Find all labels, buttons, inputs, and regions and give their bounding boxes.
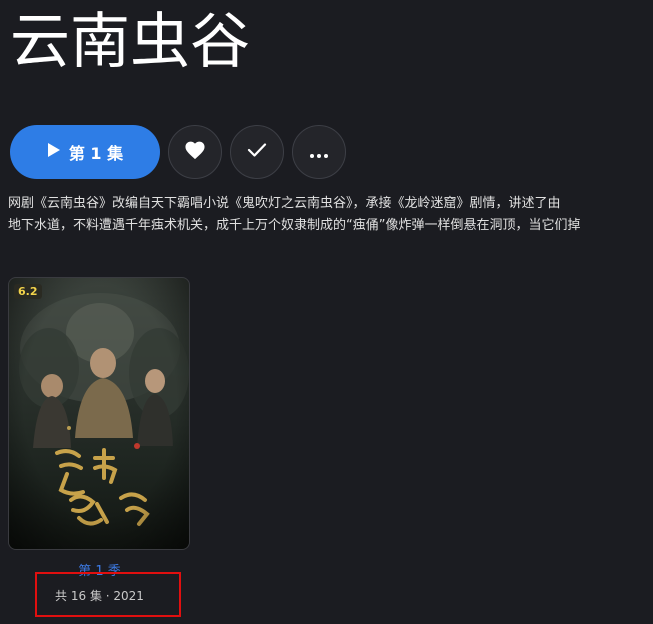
- more-icon: [310, 143, 328, 162]
- action-bar: 第 1 集: [10, 125, 346, 179]
- page-title: 云南虫谷: [10, 7, 250, 77]
- play-icon: [47, 142, 61, 162]
- overview-line: 地下水道，不料遭遇千年痋术机关，成千上万个奴隶制成的“痋俑”像炸弹一样倒悬在洞顶…: [8, 218, 581, 233]
- poster-artwork: [9, 278, 189, 549]
- highlight-box: [35, 572, 181, 617]
- play-button-label: 第 1 集: [68, 144, 124, 163]
- check-icon: [247, 142, 267, 162]
- mark-watched-button[interactable]: [230, 125, 284, 179]
- overview-text: 网剧《云南虫谷》改编自天下霸唱小说《鬼吹灯之云南虫谷》，承接《龙岭迷窟》剧情，讲…: [8, 193, 653, 237]
- rating-badge: 6.2: [14, 284, 42, 299]
- more-options-button[interactable]: [292, 125, 346, 179]
- overview-line: 网剧《云南虫谷》改编自天下霸唱小说《鬼吹灯之云南虫谷》，承接《龙岭迷窟》剧情，讲…: [8, 196, 561, 211]
- favorite-button[interactable]: [168, 125, 222, 179]
- play-episode-button[interactable]: 第 1 集: [10, 125, 160, 179]
- heart-icon: [184, 140, 206, 164]
- season-poster[interactable]: 6.2: [8, 277, 190, 550]
